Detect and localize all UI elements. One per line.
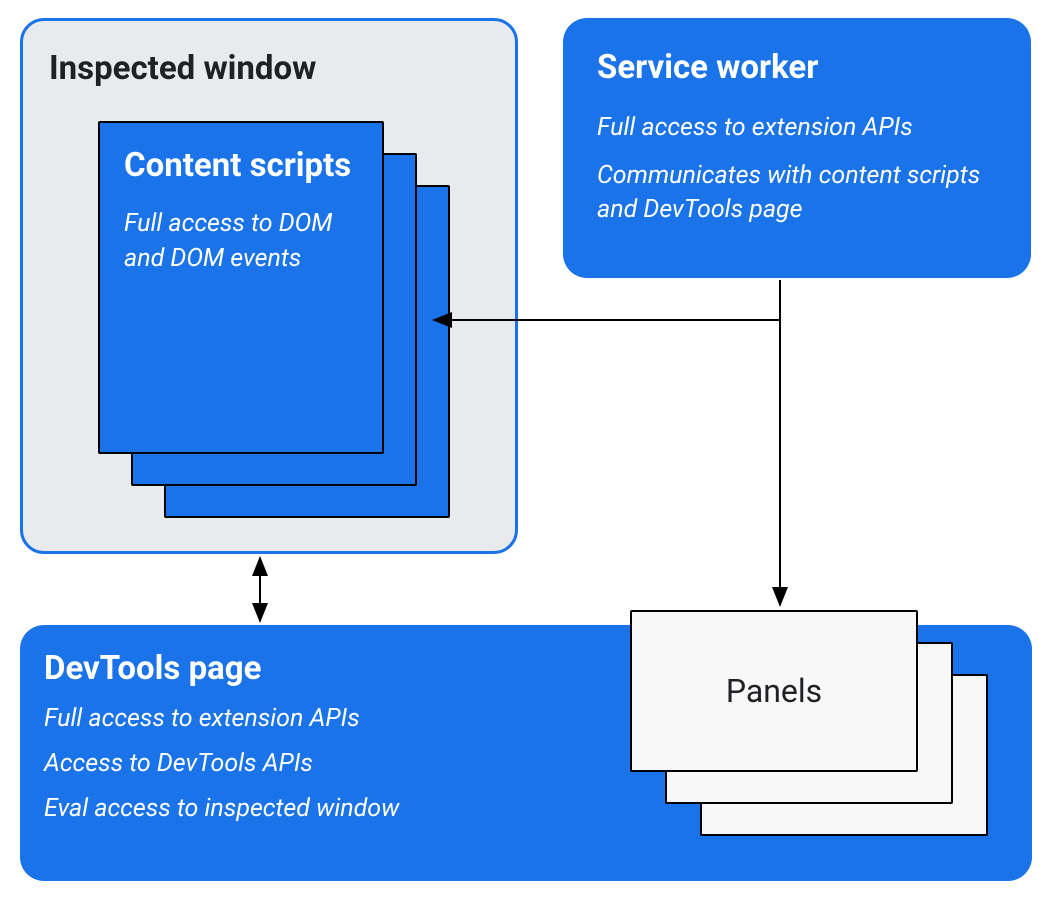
panels-stack: Panels <box>630 610 1000 830</box>
inspected-window-box: Inspected window Content scripts Full ac… <box>20 18 518 554</box>
content-scripts-card-front: Content scripts Full access to DOM and D… <box>98 121 384 454</box>
inspected-window-title: Inspected window <box>49 49 316 88</box>
content-scripts-desc: Full access to DOM and DOM events <box>124 206 358 276</box>
content-scripts-title: Content scripts <box>124 145 358 186</box>
service-worker-box: Service worker Full access to extension … <box>563 18 1031 278</box>
content-scripts-stack: Content scripts Full access to DOM and D… <box>98 121 453 521</box>
service-worker-title: Service worker <box>597 48 1001 87</box>
service-worker-desc1: Full access to extension APIs <box>597 111 1001 145</box>
panels-card-front: Panels <box>630 610 918 772</box>
panels-title: Panels <box>726 672 822 710</box>
service-worker-desc2: Communicates with content scripts and De… <box>597 159 1001 227</box>
